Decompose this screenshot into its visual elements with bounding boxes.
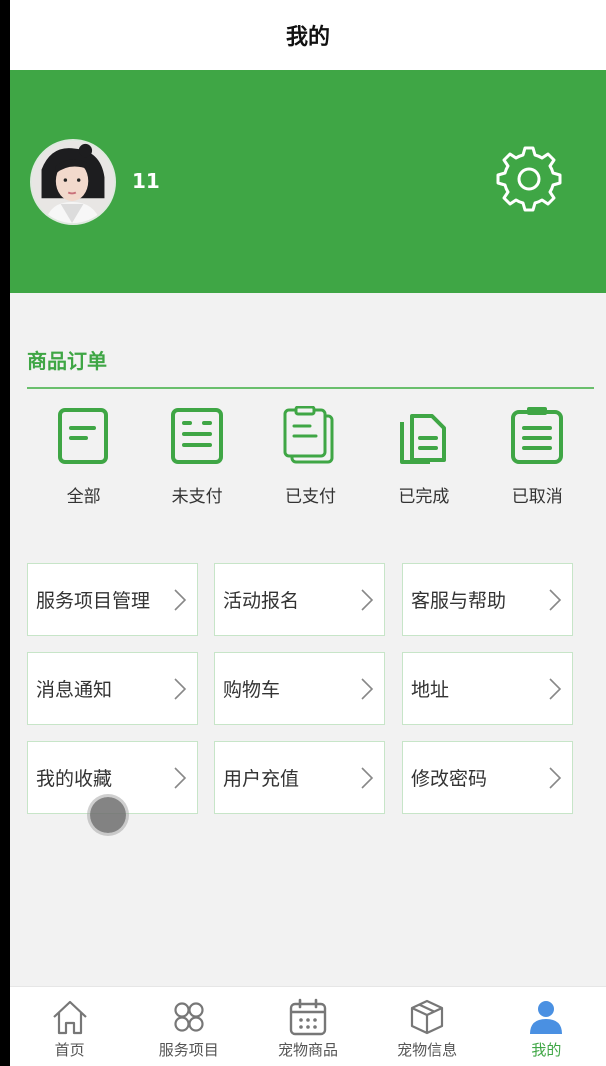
chevron-right-icon	[549, 766, 562, 789]
chevron-right-icon	[174, 588, 187, 611]
chevron-right-icon	[549, 588, 562, 611]
menu-event-signup[interactable]: 活动报名	[214, 563, 385, 636]
menu-notifications[interactable]: 消息通知	[27, 652, 198, 725]
order-cancelled[interactable]: 已取消	[481, 404, 594, 514]
page-title: 我的	[285, 25, 330, 50]
menu-item-label: 用户充值	[223, 768, 300, 790]
tab-mine-label: 我的	[531, 1041, 562, 1059]
chevron-right-icon	[174, 766, 187, 789]
menu-item-label: 客服与帮助	[411, 590, 507, 612]
order-unpaid-label: 未支付	[171, 487, 223, 507]
tab-home[interactable]: 首页	[10, 987, 129, 1066]
menu-customer-service[interactable]: 客服与帮助	[402, 563, 573, 636]
unpaid-icon	[171, 408, 224, 464]
tab-pet-products-label: 宠物商品	[277, 1041, 338, 1059]
top-bar: 我的	[10, 0, 606, 70]
orders-section-title: 商品订单	[27, 349, 107, 373]
chevron-right-icon	[361, 588, 374, 611]
menu-change-password[interactable]: 修改密码	[402, 741, 573, 814]
menu-item-label: 修改密码	[411, 768, 488, 790]
profile-banner: 11	[10, 70, 606, 293]
tab-pet-info-label: 宠物信息	[397, 1041, 458, 1059]
order-cancelled-label: 已取消	[511, 487, 563, 507]
chevron-right-icon	[361, 766, 374, 789]
bottom-tab-bar: 首页 服务项目 宠物商品 宠物信息 我的	[10, 986, 606, 1066]
menu-item-label: 地址	[411, 679, 450, 701]
order-completed[interactable]: 已完成	[367, 404, 480, 514]
order-paid-label: 已支付	[284, 487, 336, 507]
tab-home-label: 首页	[54, 1041, 85, 1059]
tab-mine[interactable]: 我的	[487, 987, 606, 1066]
home-icon	[52, 1000, 87, 1035]
chevron-right-icon	[549, 677, 562, 700]
username: 11	[132, 169, 160, 193]
chevron-right-icon	[361, 677, 374, 700]
touch-indicator	[90, 797, 126, 833]
tab-pet-info[interactable]: 宠物信息	[368, 987, 487, 1066]
list-clipboard-icon	[511, 407, 564, 464]
menu-service-management[interactable]: 服务项目管理	[27, 563, 198, 636]
menu-item-label: 消息通知	[36, 679, 113, 701]
order-completed-label: 已完成	[398, 487, 450, 507]
section-divider	[27, 387, 594, 389]
user-icon	[530, 1001, 563, 1034]
calendar-icon	[289, 998, 327, 1036]
tab-services[interactable]: 服务项目	[129, 987, 248, 1066]
avatar[interactable]	[30, 139, 116, 225]
menu-recharge[interactable]: 用户充值	[214, 741, 385, 814]
tab-services-label: 服务项目	[158, 1041, 219, 1059]
clipboard-icon	[283, 406, 334, 464]
gear-icon[interactable]	[496, 146, 562, 212]
app-screen: 我的 11 商品订单 全部 未支付 已支付 已完成 已取消 服务项目管理 活动报…	[10, 0, 606, 1066]
box-icon	[411, 999, 444, 1035]
grid-icon	[174, 1002, 204, 1032]
menu-item-label: 服务项目管理	[36, 590, 151, 612]
menu-cart[interactable]: 购物车	[214, 652, 385, 725]
files-icon	[399, 414, 446, 464]
menu-item-label: 活动报名	[223, 590, 300, 612]
order-all-label: 全部	[66, 487, 101, 507]
document-icon	[57, 408, 108, 464]
tab-pet-products[interactable]: 宠物商品	[248, 987, 367, 1066]
order-status-row: 全部 未支付 已支付 已完成 已取消	[27, 404, 594, 514]
order-all[interactable]: 全部	[27, 404, 140, 514]
order-unpaid[interactable]: 未支付	[140, 404, 253, 514]
order-paid[interactable]: 已支付	[254, 404, 367, 514]
chevron-right-icon	[174, 677, 187, 700]
menu-address[interactable]: 地址	[402, 652, 573, 725]
menu-item-label: 我的收藏	[36, 768, 113, 790]
menu-item-label: 购物车	[223, 679, 281, 701]
